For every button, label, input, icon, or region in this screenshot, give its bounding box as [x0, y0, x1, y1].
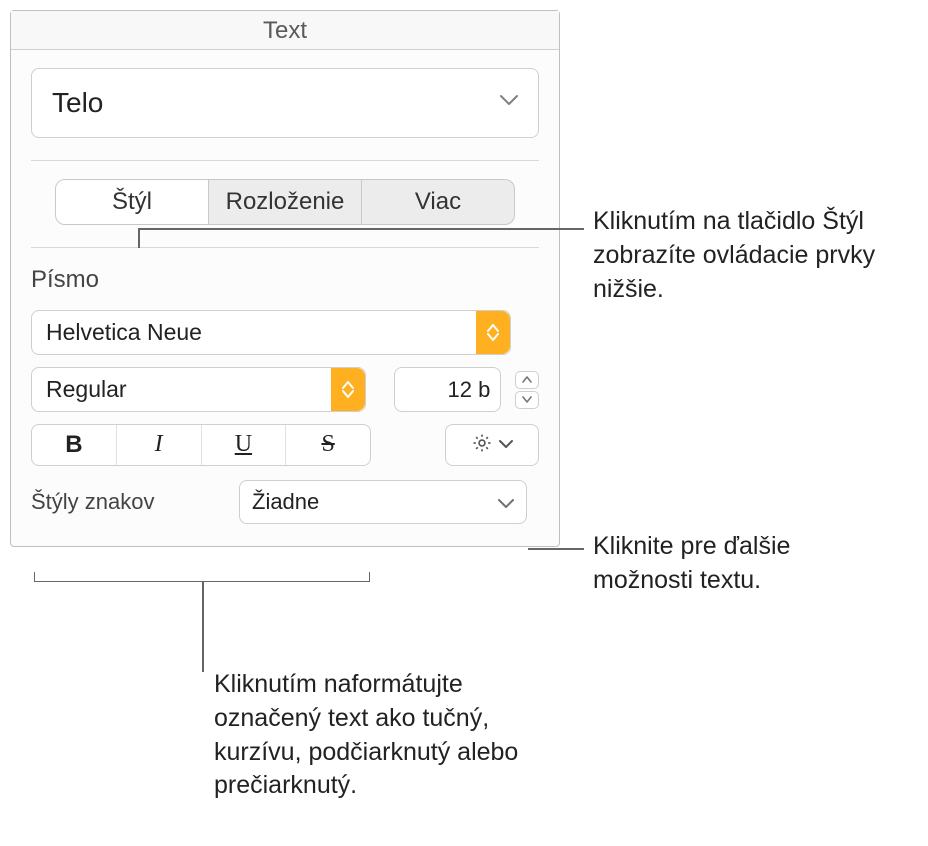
divider: [31, 160, 539, 161]
callout-leader: [528, 548, 584, 550]
font-size-up[interactable]: [515, 371, 539, 389]
text-tabs: Štýl Rozloženie Viac: [55, 179, 515, 225]
callout-bracket: [34, 572, 370, 582]
callout-leader: [202, 582, 204, 672]
tab-layout[interactable]: Rozloženie: [209, 180, 362, 224]
chevron-down-icon: [500, 94, 518, 112]
paragraph-style-select[interactable]: Telo: [31, 68, 539, 138]
paragraph-style-value: Telo: [52, 87, 103, 119]
panel-body: Telo Štýl Rozloženie Viac Písmo Helvetic…: [11, 50, 559, 546]
font-family-value: Helvetica Neue: [32, 311, 476, 354]
updown-icon: [476, 311, 510, 354]
italic-button[interactable]: I: [117, 425, 202, 465]
chevron-down-icon: [499, 436, 513, 454]
gear-icon: [471, 432, 493, 459]
font-size-value: 12 b: [447, 377, 490, 403]
character-style-value: Žiadne: [252, 489, 319, 515]
font-size-down[interactable]: [515, 391, 539, 409]
callout-gear: Kliknite pre ďalšie možnosti textu.: [593, 530, 893, 598]
font-weight-value: Regular: [32, 368, 331, 411]
callout-leader: [138, 228, 584, 230]
text-inspector-panel: Text Telo Štýl Rozloženie Viac Písmo Hel…: [10, 10, 560, 547]
callout-leader: [138, 228, 140, 248]
tab-more[interactable]: Viac: [362, 180, 514, 224]
divider: [31, 247, 539, 248]
updown-icon: [331, 368, 365, 411]
font-weight-select[interactable]: Regular: [31, 367, 366, 412]
bius-group: B I U S: [31, 424, 371, 466]
advanced-text-options-button[interactable]: [445, 424, 539, 466]
callout-bius: Kliknutím naformátujte označený text ako…: [214, 668, 554, 803]
font-family-select[interactable]: Helvetica Neue: [31, 310, 511, 355]
tab-style[interactable]: Štýl: [56, 180, 209, 224]
chevron-down-icon: [498, 489, 514, 515]
font-size-input[interactable]: 12 b: [394, 367, 501, 412]
bold-button[interactable]: B: [32, 425, 117, 465]
callout-tabs: Kliknutím na tlačidlo Štýl zobrazíte ovl…: [593, 205, 928, 306]
underline-button[interactable]: U: [202, 425, 287, 465]
character-styles-label: Štýly znakov: [31, 489, 211, 515]
strikethrough-button[interactable]: S: [286, 425, 370, 465]
character-style-select[interactable]: Žiadne: [239, 480, 527, 524]
panel-title: Text: [11, 11, 559, 50]
font-size-stepper: [515, 367, 539, 412]
font-section-label: Písmo: [31, 266, 539, 294]
